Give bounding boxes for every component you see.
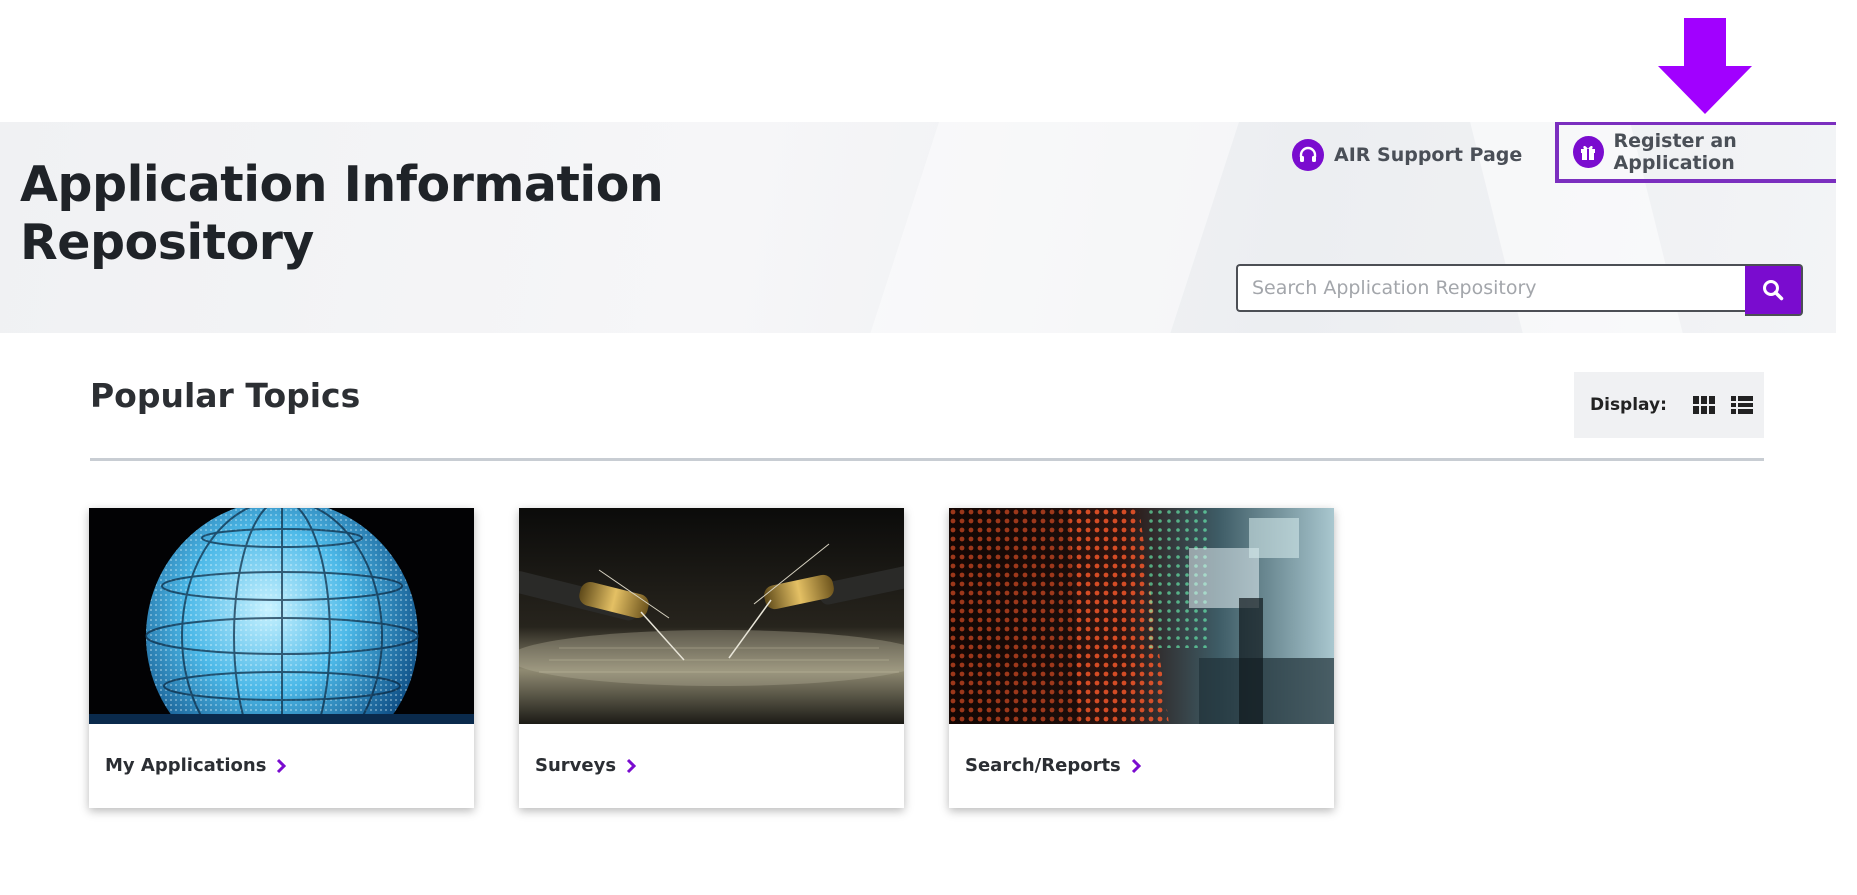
chevron-right-icon <box>626 758 637 773</box>
card-title: Surveys <box>535 755 617 776</box>
card-title: Search/Reports <box>965 755 1121 776</box>
card-label: Surveys <box>535 755 637 776</box>
headset-icon <box>1292 139 1324 171</box>
globe-lights-image <box>89 508 474 724</box>
card-surveys[interactable]: Surveys <box>519 508 904 808</box>
chevron-right-icon <box>1131 758 1141 773</box>
chevron-right-icon <box>277 758 287 773</box>
card-label: Search/Reports <box>965 755 1141 776</box>
search-bar <box>1236 264 1803 316</box>
card-search-reports[interactable]: Search/Reports <box>949 508 1334 808</box>
grid-view-button[interactable] <box>1692 396 1715 414</box>
register-application-label: Register an Application <box>1613 130 1737 174</box>
card-label: My Applications <box>105 755 287 776</box>
section-divider <box>90 458 1764 461</box>
register-application-link[interactable]: Register an Application <box>1555 122 1836 183</box>
card-my-applications[interactable]: My Applications <box>89 508 474 808</box>
air-support-label: AIR Support Page <box>1334 144 1523 166</box>
list-view-button[interactable] <box>1730 396 1753 414</box>
list-view-icon <box>1730 396 1753 414</box>
stock-ticker-image <box>949 508 1334 724</box>
page-title: Application Information Repository <box>20 156 664 271</box>
air-support-link[interactable]: AIR Support Page <box>1292 139 1522 171</box>
search-input[interactable] <box>1236 264 1745 312</box>
section-title: Popular Topics <box>90 376 361 415</box>
search-button[interactable] <box>1745 264 1803 316</box>
search-icon <box>1763 280 1784 301</box>
display-label: Display: <box>1590 395 1667 415</box>
arrow-down-icon <box>1658 18 1752 114</box>
grid-view-icon <box>1692 396 1715 414</box>
hero-banner: Application Information Repository AIR S… <box>0 122 1836 333</box>
display-toggle: Display: <box>1574 372 1764 438</box>
card-title: My Applications <box>105 755 267 776</box>
circuit-probe-image <box>519 508 904 724</box>
gift-icon <box>1573 136 1604 168</box>
